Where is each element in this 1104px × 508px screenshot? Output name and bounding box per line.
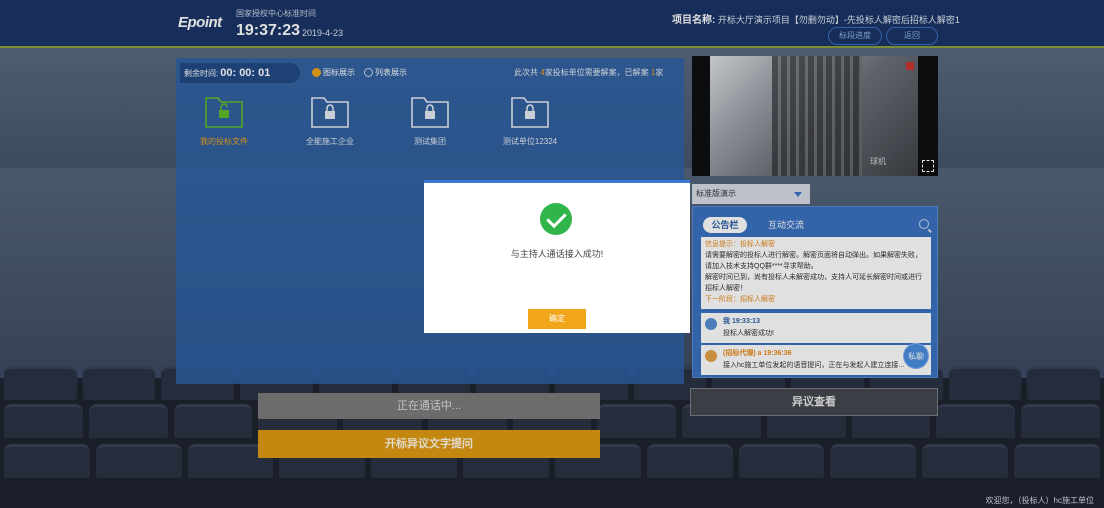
confirm-button[interactable]: 确定 — [528, 309, 586, 329]
check-circle-icon — [540, 203, 572, 235]
success-dialog: 与主持人通话接入成功! 确定 — [424, 180, 690, 333]
dialog-message: 与主持人通话接入成功! — [510, 249, 604, 259]
